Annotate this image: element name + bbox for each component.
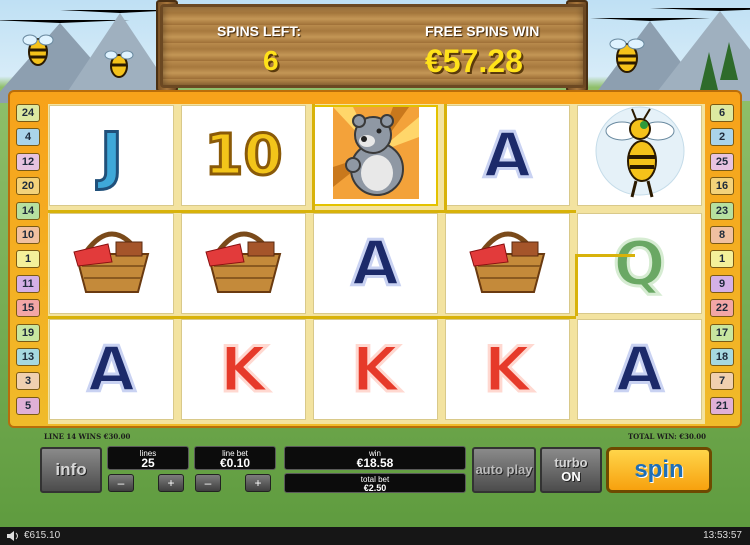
bee-decor-icon — [22, 34, 54, 66]
reel-cell — [313, 105, 438, 206]
spins-left-value: 6 — [263, 45, 279, 76]
turbo-label: turbo — [554, 455, 588, 470]
payline-indicator[interactable]: 19 — [16, 323, 40, 342]
total-bet-display: total bet €2.50 — [284, 473, 466, 493]
payline-indicator[interactable]: 16 — [710, 177, 734, 196]
line-bet-display: line bet €0.10 — [194, 446, 276, 470]
reel-grid: J A 10 K A K A K Q A — [48, 104, 705, 424]
lines-display: lines 25 — [107, 446, 189, 470]
payline-indicator[interactable]: 6 — [710, 104, 734, 122]
winning-payline — [575, 254, 578, 316]
speaker-icon[interactable] — [6, 530, 20, 542]
payline-indicator[interactable]: 15 — [16, 299, 40, 318]
payline-indicator[interactable]: 2 — [710, 128, 734, 147]
tree-icon — [700, 52, 718, 90]
payline-indicator[interactable]: 7 — [710, 372, 734, 391]
payline-indicator[interactable]: 18 — [710, 348, 734, 366]
letter-k-symbol: K — [482, 332, 533, 406]
info-button[interactable]: info — [40, 447, 102, 493]
payline-indicator[interactable]: 17 — [710, 323, 734, 342]
payline-indicator[interactable]: 12 — [16, 152, 40, 171]
line-bet-plus-button[interactable]: + — [245, 474, 271, 492]
lines-value: 25 — [141, 456, 155, 470]
reel-cell: A — [49, 319, 174, 420]
letter-k-symbol: K — [218, 332, 269, 406]
reel-cell: A — [445, 105, 570, 206]
payline-indicator[interactable]: 1 — [16, 250, 40, 269]
letter-q-symbol: Q — [612, 226, 668, 300]
spins-left-label: SPINS LEFT: — [217, 23, 302, 39]
turbo-state: ON — [561, 469, 581, 484]
payline-indicator[interactable]: 25 — [710, 152, 734, 171]
payline-indicator[interactable]: 22 — [710, 299, 734, 318]
payline-indicator[interactable]: 9 — [710, 274, 734, 293]
payline-indicator[interactable]: 14 — [16, 201, 40, 220]
reel-cell: A — [577, 319, 702, 420]
total-bet-value: €2.50 — [363, 483, 387, 493]
win-info-strip: LINE 14 WINS €30.00 TOTAL WIN: €30.00 — [0, 430, 750, 442]
payline-indicator[interactable]: 10 — [16, 226, 40, 244]
free-spins-win-label: FREE SPINS WIN — [425, 23, 540, 39]
picnic-basket-symbol — [66, 222, 158, 305]
reel-cell: K — [181, 319, 306, 420]
letter-a-symbol: A — [482, 118, 533, 192]
bear-wild-symbol — [332, 107, 419, 204]
reel-cell: Q — [577, 213, 702, 314]
status-bar: €615.10 13:53:57 — [0, 527, 750, 545]
reel-cell: A — [313, 213, 438, 314]
payline-indicator[interactable]: 21 — [710, 396, 734, 415]
payline-indicator[interactable]: 1 — [710, 250, 734, 269]
letter-k-symbol: K — [350, 332, 401, 406]
winning-payline — [48, 316, 576, 319]
reel-cell — [577, 105, 702, 206]
free-spins-win-value: €57.28 — [425, 43, 523, 79]
free-spins-sign: SPINS LEFT: 6 FREE SPINS WIN €57.28 — [160, 4, 586, 88]
letter-a-symbol: A — [614, 332, 665, 406]
game-screen: SPINS LEFT: 6 FREE SPINS WIN €57.28 24 4 1… — [0, 0, 750, 545]
winning-payline — [575, 254, 635, 257]
bee-decor-icon — [609, 38, 645, 73]
line-bet-value: €0.10 — [219, 456, 251, 470]
win-value: €18.58 — [356, 456, 394, 470]
payline-indicator[interactable]: 20 — [16, 177, 40, 196]
bee-decor-icon — [104, 50, 134, 78]
autoplay-button[interactable]: auto play — [472, 447, 536, 493]
clock: 13:53:57 — [703, 530, 742, 541]
reel-frame: 24 4 12 20 14 10 1 11 15 19 13 3 5 6 2 25 16 23 8 1 9 22 17 18… — [8, 90, 742, 428]
picnic-basket-symbol — [198, 222, 290, 305]
reel-cell — [49, 213, 174, 314]
reel-cell — [181, 213, 306, 314]
win-display: win €18.58 — [284, 446, 466, 470]
payline-indicator[interactable]: 11 — [16, 274, 40, 293]
balance-value: €615.10 — [24, 530, 61, 541]
payline-indicator[interactable]: 8 — [710, 226, 734, 244]
letter-j-symbol: J — [98, 118, 124, 192]
reel-cell: K — [313, 319, 438, 420]
reel-cell — [445, 213, 570, 314]
turbo-button[interactable]: turbo ON — [540, 447, 602, 493]
total-win-text: TOTAL WIN: €30.00 — [627, 432, 706, 441]
number-10-symbol: 10 — [203, 122, 284, 188]
winning-payline — [312, 104, 315, 212]
letter-a-symbol: A — [350, 226, 401, 300]
spin-button[interactable]: spin — [606, 447, 712, 493]
bee-symbol — [592, 106, 688, 205]
payline-indicator[interactable]: 3 — [16, 372, 40, 391]
payline-indicator[interactable]: 4 — [16, 128, 40, 147]
payline-indicator[interactable]: 24 — [16, 104, 40, 122]
reel-cell: K — [445, 319, 570, 420]
lines-plus-button[interactable]: + — [158, 474, 184, 492]
letter-a-symbol: A — [86, 332, 137, 406]
payline-indicator[interactable]: 5 — [16, 396, 40, 415]
line-bet-minus-button[interactable]: – — [195, 474, 221, 492]
line-win-text: LINE 14 WINS €30.00 — [44, 432, 131, 441]
reel-cell: 10 — [181, 105, 306, 206]
payline-indicator[interactable]: 13 — [16, 348, 40, 366]
winning-payline — [444, 104, 447, 212]
payline-indicator[interactable]: 23 — [710, 201, 734, 220]
lines-minus-button[interactable]: – — [108, 474, 134, 492]
tree-icon — [720, 42, 738, 80]
picnic-basket-symbol — [462, 222, 554, 305]
reel-cell: J — [49, 105, 174, 206]
